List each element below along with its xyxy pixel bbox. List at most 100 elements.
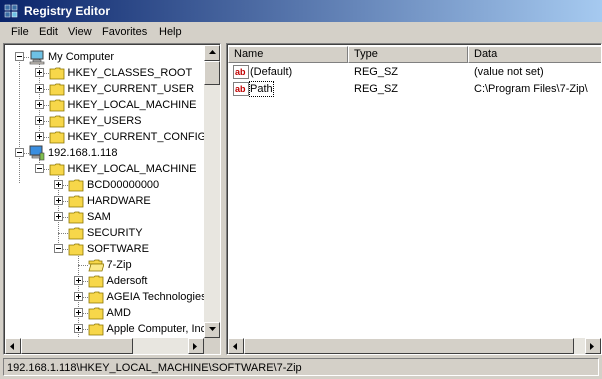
key-tree: My Computer HKEY_CLASSES_ROOT HKEY_CURRENT… [5,45,205,339]
tree-node[interactable]: HKEY_LOCAL_MACHINE [5,161,205,177]
tree-node[interactable]: AGEIA Technologies [5,289,205,305]
status-bar: 192.168.1.118\HKEY_LOCAL_MACHINE\SOFTWAR… [3,357,602,377]
tree-node[interactable]: SOFTWARE [5,241,205,257]
tree-node[interactable]: Apple Computer, Inc. [5,321,205,337]
value-row[interactable]: ab (Default) REG_SZ (value not set) [230,63,590,80]
tree-node-label: HKEY_CURRENT_CONFIG [67,131,206,143]
folder-icon [49,131,64,144]
tree-node[interactable]: HARDWARE [5,193,205,209]
expand-plus-icon[interactable] [34,132,44,141]
menu-bar: File Edit View Favorites Help [0,22,602,41]
network-computer-icon [29,145,45,161]
open-folder-icon [87,259,104,272]
expand-plus-icon[interactable] [34,100,44,109]
tree-node[interactable]: HKEY_CURRENT_CONFIG [5,129,205,145]
scroll-right-button[interactable] [188,338,204,354]
tree-node[interactable]: Adersoft [5,273,205,289]
expand-plus-icon[interactable] [54,180,63,189]
expand-plus-icon[interactable] [54,196,63,205]
value-name: (Default) [250,66,293,78]
arrow-up-icon [209,50,216,54]
tree-node-label: HARDWARE [87,195,151,207]
collapse-minus-icon[interactable] [15,148,24,157]
value-row[interactable]: ab Path REG_SZ C:\Program Files\7-Zip\ [230,80,590,97]
arrow-left-icon [233,343,237,350]
registry-editor-icon [4,4,18,18]
arrow-right-icon [590,343,594,350]
scroll-left-button[interactable] [5,338,21,354]
arrow-left-icon [10,343,14,350]
key-tree-pane[interactable]: My Computer HKEY_CLASSES_ROOT HKEY_CURRENT… [3,43,221,355]
svg-text:ab: ab [235,67,246,77]
folder-icon [49,115,64,128]
status-field: 192.168.1.118\HKEY_LOCAL_MACHINE\SOFTWAR… [3,358,599,376]
tree-hscroll-thumb[interactable] [21,338,133,354]
tree-node-label: HKEY_LOCAL_MACHINE [67,163,197,175]
menu-edit[interactable]: Edit [38,25,59,39]
folder-icon [88,307,103,320]
tree-horizontal-scrollbar[interactable] [5,338,204,354]
tree-node[interactable]: HKEY_CLASSES_ROOT [5,65,205,81]
folder-icon [49,67,64,80]
expand-plus-icon[interactable] [34,68,44,77]
expand-plus-icon[interactable] [73,324,83,333]
folder-icon [88,323,103,336]
value-name: Path [249,81,274,97]
expand-plus-icon[interactable] [54,212,63,221]
collapse-minus-icon[interactable] [34,164,44,173]
column-header-data[interactable]: Data [468,46,601,63]
tree-node[interactable]: SAM [5,209,205,225]
menu-favorites[interactable]: Favorites [101,25,148,39]
tree-node[interactable]: HKEY_LOCAL_MACHINE [5,97,205,113]
expand-plus-icon[interactable] [73,308,83,317]
tree-node[interactable]: SECURITY [5,225,205,241]
expand-plus-icon[interactable] [34,84,44,93]
tree-node-label: HKEY_CURRENT_USER [67,83,195,95]
title-bar[interactable]: Registry Editor [0,0,602,22]
menu-file[interactable]: File [10,25,30,39]
tree-node[interactable]: HKEY_CURRENT_USER [5,81,205,97]
arrow-down-icon [209,327,216,331]
list-hscroll-thumb[interactable] [244,338,574,354]
values-list-pane[interactable]: Name Type Data ab (Default) REG_SZ (valu… [226,43,602,355]
tree-node[interactable]: HKEY_USERS [5,113,205,129]
tree-node-label: 7-Zip [106,259,132,271]
list-horizontal-scrollbar[interactable] [228,338,601,354]
folder-icon [68,211,84,224]
value-type: REG_SZ [354,83,399,95]
folder-icon [88,291,103,304]
string-value-icon: ab [233,65,249,79]
collapse-minus-icon[interactable] [54,244,63,253]
tree-node[interactable]: BCD00000000 [5,177,205,193]
window-title: Registry Editor [24,4,111,18]
tree-node-label: AMD [106,307,131,319]
collapse-minus-icon[interactable] [15,52,24,61]
scroll-corner [204,338,220,354]
tree-node[interactable]: AMD [5,305,205,321]
tree-node[interactable]: 192.168.1.118 [5,145,205,161]
value-data: C:\Program Files\7-Zip\ [474,83,588,95]
scroll-right-button[interactable] [585,338,601,354]
tree-vertical-scrollbar[interactable] [204,45,220,338]
tree-node-label: BCD00000000 [87,179,160,191]
tree-node-label: SECURITY [87,227,143,239]
folder-icon [68,243,84,256]
menu-view[interactable]: View [67,25,93,39]
arrow-right-icon [193,343,197,350]
scroll-down-button[interactable] [204,322,220,338]
tree-node-label: Apple Computer, Inc. [106,323,206,335]
column-header-name[interactable]: Name [228,46,348,63]
tree-node[interactable]: My Computer [5,49,205,65]
column-header-type[interactable]: Type [348,46,468,63]
scroll-left-button[interactable] [228,338,244,354]
menu-help[interactable]: Help [158,25,183,39]
folder-icon [49,83,64,96]
scroll-up-button[interactable] [204,45,220,61]
expand-plus-icon[interactable] [34,116,44,125]
expand-plus-icon[interactable] [73,276,83,285]
tree-node-label: HKEY_LOCAL_MACHINE [67,99,197,111]
tree-node[interactable]: 7-Zip [5,257,205,273]
tree-node-label: HKEY_USERS [67,115,142,127]
tree-scroll-thumb[interactable] [204,61,220,85]
expand-plus-icon[interactable] [73,292,83,301]
